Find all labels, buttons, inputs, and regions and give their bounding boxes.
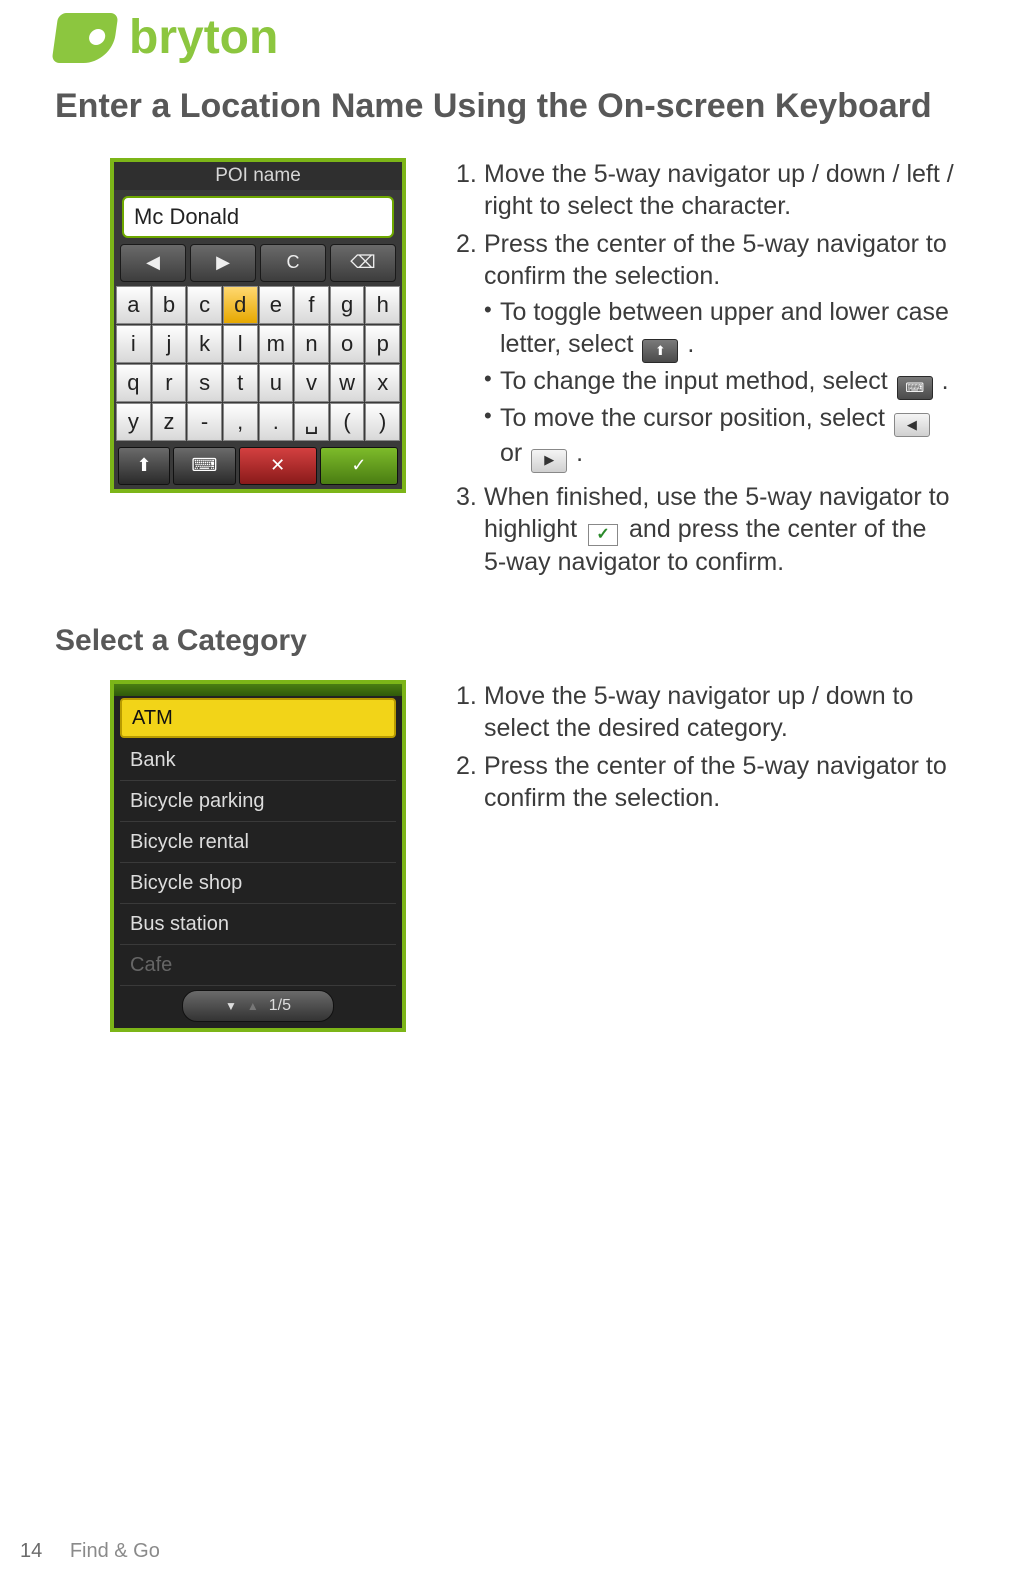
bullet-text: To move the cursor position, select xyxy=(500,404,892,432)
step-text: Press the center of the 5-way navigator … xyxy=(484,230,947,290)
cursor-left-button[interactable]: ◀ xyxy=(120,244,186,282)
bullet-text: To toggle between upper and lower case l… xyxy=(500,298,949,358)
category-item[interactable]: Bus station xyxy=(120,904,396,945)
key-y[interactable]: y xyxy=(116,403,151,441)
section1-title: Enter a Location Name Using the On-scree… xyxy=(55,85,954,128)
step-text: Move the 5-way navigator up / down / lef… xyxy=(484,158,954,222)
key-c[interactable]: c xyxy=(187,286,222,324)
category-item[interactable]: Cafe xyxy=(120,945,396,986)
key-r[interactable]: r xyxy=(152,364,187,402)
brand-badge-icon xyxy=(51,13,118,63)
category-pager[interactable]: ▼ ▲ 1/5 xyxy=(182,990,334,1022)
key-,[interactable]: , xyxy=(223,403,258,441)
category-list: ATMBankBicycle parkingBicycle rentalBicy… xyxy=(114,696,402,986)
key-v[interactable]: v xyxy=(294,364,329,402)
bullet-text: To change the input method, select xyxy=(500,367,895,395)
key-z[interactable]: z xyxy=(152,403,187,441)
step-number: 3. xyxy=(456,481,484,578)
page-number: 14 xyxy=(20,1540,42,1562)
key-w[interactable]: w xyxy=(330,364,365,402)
cursor-right-icon: ▶ xyxy=(531,449,567,473)
key--[interactable]: - xyxy=(187,403,222,441)
confirm-button[interactable]: ✓ xyxy=(320,447,398,485)
key-i[interactable]: i xyxy=(116,325,151,363)
key-u[interactable]: u xyxy=(259,364,294,402)
brand-wordmark: bryton xyxy=(129,10,278,65)
poi-screen-title: POI name xyxy=(114,162,402,190)
key-a[interactable]: a xyxy=(116,286,151,324)
key-q[interactable]: q xyxy=(116,364,151,402)
step-number: 2. xyxy=(456,750,484,814)
page-indicator: 1/5 xyxy=(269,997,291,1015)
bullet-text-tail: . xyxy=(942,367,949,395)
cursor-left-icon: ◀ xyxy=(894,413,930,437)
shift-icon: ⬆ xyxy=(642,339,678,363)
keyboard-grid: abcdefgh ijklmnop qrstuvwx yz-,.␣() xyxy=(114,286,402,441)
step-text: Move the 5-way navigator up / down to se… xyxy=(484,680,954,744)
key-t[interactable]: t xyxy=(223,364,258,402)
bullet-dot: • xyxy=(484,296,500,363)
page-footer: 14 Find & Go xyxy=(20,1540,160,1563)
poi-name-input[interactable]: Mc Donald xyxy=(122,196,394,238)
category-item[interactable]: Bicycle shop xyxy=(120,863,396,904)
section2-instructions: 1. Move the 5-way navigator up / down to… xyxy=(456,680,954,820)
category-item[interactable]: Bank xyxy=(120,740,396,781)
key-o[interactable]: o xyxy=(330,325,365,363)
clear-button[interactable]: C xyxy=(260,244,326,282)
key-([interactable]: ( xyxy=(330,403,365,441)
step-number: 2. xyxy=(456,228,484,475)
key-p[interactable]: p xyxy=(365,325,400,363)
key-k[interactable]: k xyxy=(187,325,222,363)
page-down-icon[interactable]: ▼ xyxy=(225,999,237,1013)
bullet-text-or: or xyxy=(500,439,529,467)
key-l[interactable]: l xyxy=(223,325,258,363)
key-h[interactable]: h xyxy=(365,286,400,324)
keyboard-ime-icon: ⌨ xyxy=(897,376,933,400)
category-item[interactable]: Bicycle parking xyxy=(120,781,396,822)
bullet-text-tail: . xyxy=(687,330,694,358)
key-m[interactable]: m xyxy=(259,325,294,363)
key-n[interactable]: n xyxy=(294,325,329,363)
section2-title: Select a Category xyxy=(55,624,954,658)
key-e[interactable]: e xyxy=(259,286,294,324)
cancel-button[interactable]: ✕ xyxy=(239,447,317,485)
key-.[interactable]: . xyxy=(259,403,294,441)
brand-logo: bryton xyxy=(55,0,954,65)
key-g[interactable]: g xyxy=(330,286,365,324)
key-s[interactable]: s xyxy=(187,364,222,402)
section1-instructions: 1. Move the 5-way navigator up / down / … xyxy=(456,158,954,584)
breadcrumb: Find & Go xyxy=(70,1540,160,1562)
bullet-text-tail: . xyxy=(576,439,583,467)
key-␣[interactable]: ␣ xyxy=(294,403,329,441)
step-number: 1. xyxy=(456,680,484,744)
category-header-bar xyxy=(114,684,402,696)
category-item[interactable]: Bicycle rental xyxy=(120,822,396,863)
shift-button[interactable]: ⬆ xyxy=(118,447,170,485)
bullet-dot: • xyxy=(484,365,500,400)
backspace-button[interactable]: ⌫ xyxy=(330,244,396,282)
cursor-right-button[interactable]: ▶ xyxy=(190,244,256,282)
input-method-button[interactable]: ⌨ xyxy=(173,447,236,485)
step-number: 1. xyxy=(456,158,484,222)
key-f[interactable]: f xyxy=(294,286,329,324)
key-b[interactable]: b xyxy=(152,286,187,324)
category-list-screenshot: ATMBankBicycle parkingBicycle rentalBicy… xyxy=(110,680,406,1032)
key-j[interactable]: j xyxy=(152,325,187,363)
key-)[interactable]: ) xyxy=(365,403,400,441)
check-icon: ✓ xyxy=(588,524,618,546)
key-d[interactable]: d xyxy=(223,286,258,324)
bullet-dot: • xyxy=(484,402,500,473)
page-up-icon: ▲ xyxy=(247,999,259,1013)
poi-keyboard-screenshot: POI name Mc Donald ◀ ▶ C ⌫ abcdefgh ijklm… xyxy=(110,158,406,493)
step-text: Press the center of the 5-way navigator … xyxy=(484,750,954,814)
key-x[interactable]: x xyxy=(365,364,400,402)
category-item[interactable]: ATM xyxy=(120,698,396,738)
